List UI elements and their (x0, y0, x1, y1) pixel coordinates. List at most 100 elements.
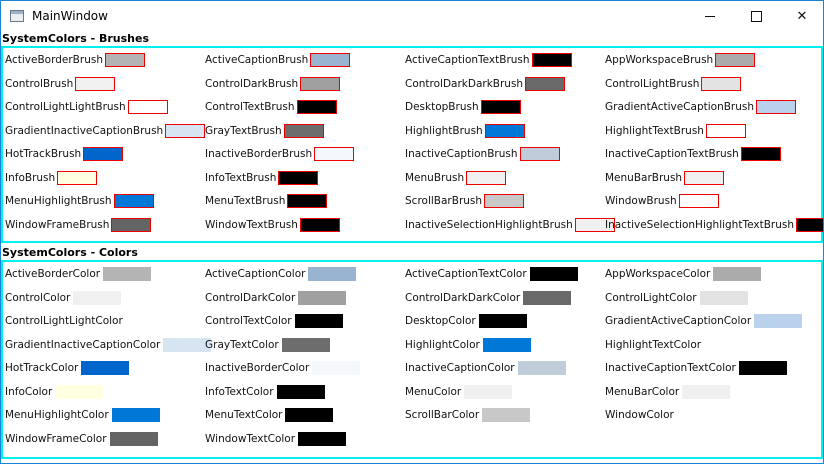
color-swatch (294, 314, 343, 328)
color-swatch (111, 408, 160, 422)
brush-label: ActiveCaptionBrush (205, 54, 309, 66)
color-label: InfoColor (5, 385, 53, 398)
brush-swatch (701, 76, 742, 91)
brush-item: WindowTextBrush (205, 216, 340, 234)
color-swatch (676, 408, 725, 422)
brush-swatch (300, 76, 341, 91)
color-label: DesktopColor (405, 315, 476, 327)
color-label: InactiveBorderColor (205, 362, 310, 374)
brush-label: InactiveSelectionHighlightBrush (405, 218, 573, 231)
color-item: MenuBarColor (605, 383, 731, 401)
brush-item: GrayTextBrush (205, 122, 324, 140)
brush-label: GrayTextBrush (205, 124, 282, 137)
brush-swatch (104, 53, 145, 67)
brushes-section-title: SystemColors - Brushes (2, 32, 150, 45)
color-label: ControlColor (5, 291, 71, 304)
color-item: InactiveCaptionTextColor (605, 359, 787, 377)
brush-item: HotTrackBrush (5, 145, 124, 163)
brush-item: InactiveCaptionTextBrush (605, 145, 781, 163)
brush-label: ControlBrush (5, 77, 74, 90)
color-swatch (285, 408, 334, 422)
color-label: MenuBarColor (605, 385, 680, 398)
color-label: ControlDarkColor (205, 291, 296, 304)
brush-swatch (111, 217, 152, 232)
color-label: ActiveCaptionColor (205, 268, 306, 280)
color-item: ControlLightLightColor (5, 312, 174, 330)
brush-item: HighlightTextBrush (605, 122, 746, 140)
brushes-panel: ActiveBorderBrush ActiveCaptionBrush Activ… (1, 46, 823, 243)
brush-item: MenuBarBrush (605, 169, 725, 187)
close-button[interactable]: ✕ (779, 1, 823, 31)
color-label: ControlTextColor (205, 315, 292, 327)
minimize-icon (705, 15, 715, 17)
brush-label: ControlLightLightBrush (5, 101, 126, 113)
colors-panel: ActiveBorderColor ActiveCaptionColor Activ… (1, 260, 823, 459)
brush-label: HighlightBrush (405, 124, 483, 137)
app-window-icon (10, 10, 24, 22)
color-item: AppWorkspaceColor (605, 265, 762, 283)
brush-label: AppWorkspaceBrush (605, 54, 714, 66)
brush-item: WindowFrameBrush (5, 216, 152, 234)
color-item: ActiveCaptionTextColor (405, 265, 578, 283)
color-label: HighlightColor (405, 338, 480, 351)
brush-item: InfoTextBrush (205, 169, 319, 187)
color-label: WindowColor (605, 409, 674, 421)
brush-label: HighlightTextBrush (605, 124, 704, 137)
brush-swatch (113, 194, 154, 208)
brush-swatch (796, 217, 823, 232)
brush-item: ControlBrush (5, 75, 116, 93)
brush-swatch (296, 100, 337, 114)
brush-item: ControlTextBrush (205, 98, 337, 116)
color-swatch (103, 267, 152, 281)
title-bar[interactable]: MainWindow ✕ (1, 1, 823, 31)
brush-label: InactiveBorderBrush (205, 148, 313, 160)
brush-swatch (715, 53, 756, 67)
brush-item: AppWorkspaceBrush (605, 51, 756, 69)
brush-swatch (278, 170, 319, 185)
maximize-icon (750, 10, 762, 22)
color-swatch (738, 361, 787, 375)
color-item: GradientActiveCaptionColor (605, 312, 803, 330)
color-swatch (523, 290, 572, 305)
brush-swatch (756, 100, 797, 114)
main-window: MainWindow ✕ SystemColors - Brushes Acti… (0, 0, 824, 464)
brush-swatch (484, 123, 525, 138)
color-item: ScrollBarColor (405, 406, 531, 424)
brush-swatch (165, 123, 206, 138)
color-swatch (478, 314, 527, 328)
color-swatch (281, 337, 330, 352)
brush-swatch (310, 53, 351, 67)
brush-item: GradientInactiveCaptionBrush (5, 122, 206, 140)
brush-label: MenuBrush (405, 171, 465, 184)
color-label: GradientInactiveCaptionColor (5, 338, 161, 351)
color-label: ControlLightColor (605, 291, 697, 304)
colors-section-title: SystemColors - Colors (2, 246, 138, 259)
color-item: HotTrackColor (5, 359, 130, 377)
color-label: InactiveCaptionTextColor (605, 362, 736, 374)
brush-label: DesktopBrush (405, 101, 479, 113)
color-label: MenuTextColor (205, 409, 283, 421)
maximize-button[interactable] (733, 1, 779, 31)
brush-swatch (484, 194, 525, 208)
brush-swatch (525, 76, 566, 91)
color-swatch (704, 337, 753, 352)
brush-label: InfoTextBrush (205, 171, 277, 184)
color-label: ScrollBarColor (405, 409, 480, 421)
color-swatch (517, 361, 566, 375)
color-swatch (529, 267, 578, 281)
color-item: HighlightColor (405, 336, 531, 354)
color-swatch (276, 384, 325, 399)
brush-item: ControlDarkDarkBrush (405, 75, 566, 93)
brush-swatch (57, 170, 98, 185)
brush-item: MenuHighlightBrush (5, 192, 154, 210)
color-label: GradientActiveCaptionColor (605, 315, 752, 327)
color-item: MenuColor (405, 383, 513, 401)
color-label: WindowTextColor (205, 432, 296, 445)
minimize-button[interactable] (687, 1, 733, 31)
color-label: InfoTextColor (205, 385, 274, 398)
brush-label: InactiveSelectionHighlightTextBrush (605, 218, 794, 231)
color-label: InactiveCaptionColor (405, 362, 515, 374)
color-item: GradientInactiveCaptionColor (5, 336, 212, 354)
brush-item: InfoBrush (5, 169, 98, 187)
color-swatch (73, 290, 122, 305)
